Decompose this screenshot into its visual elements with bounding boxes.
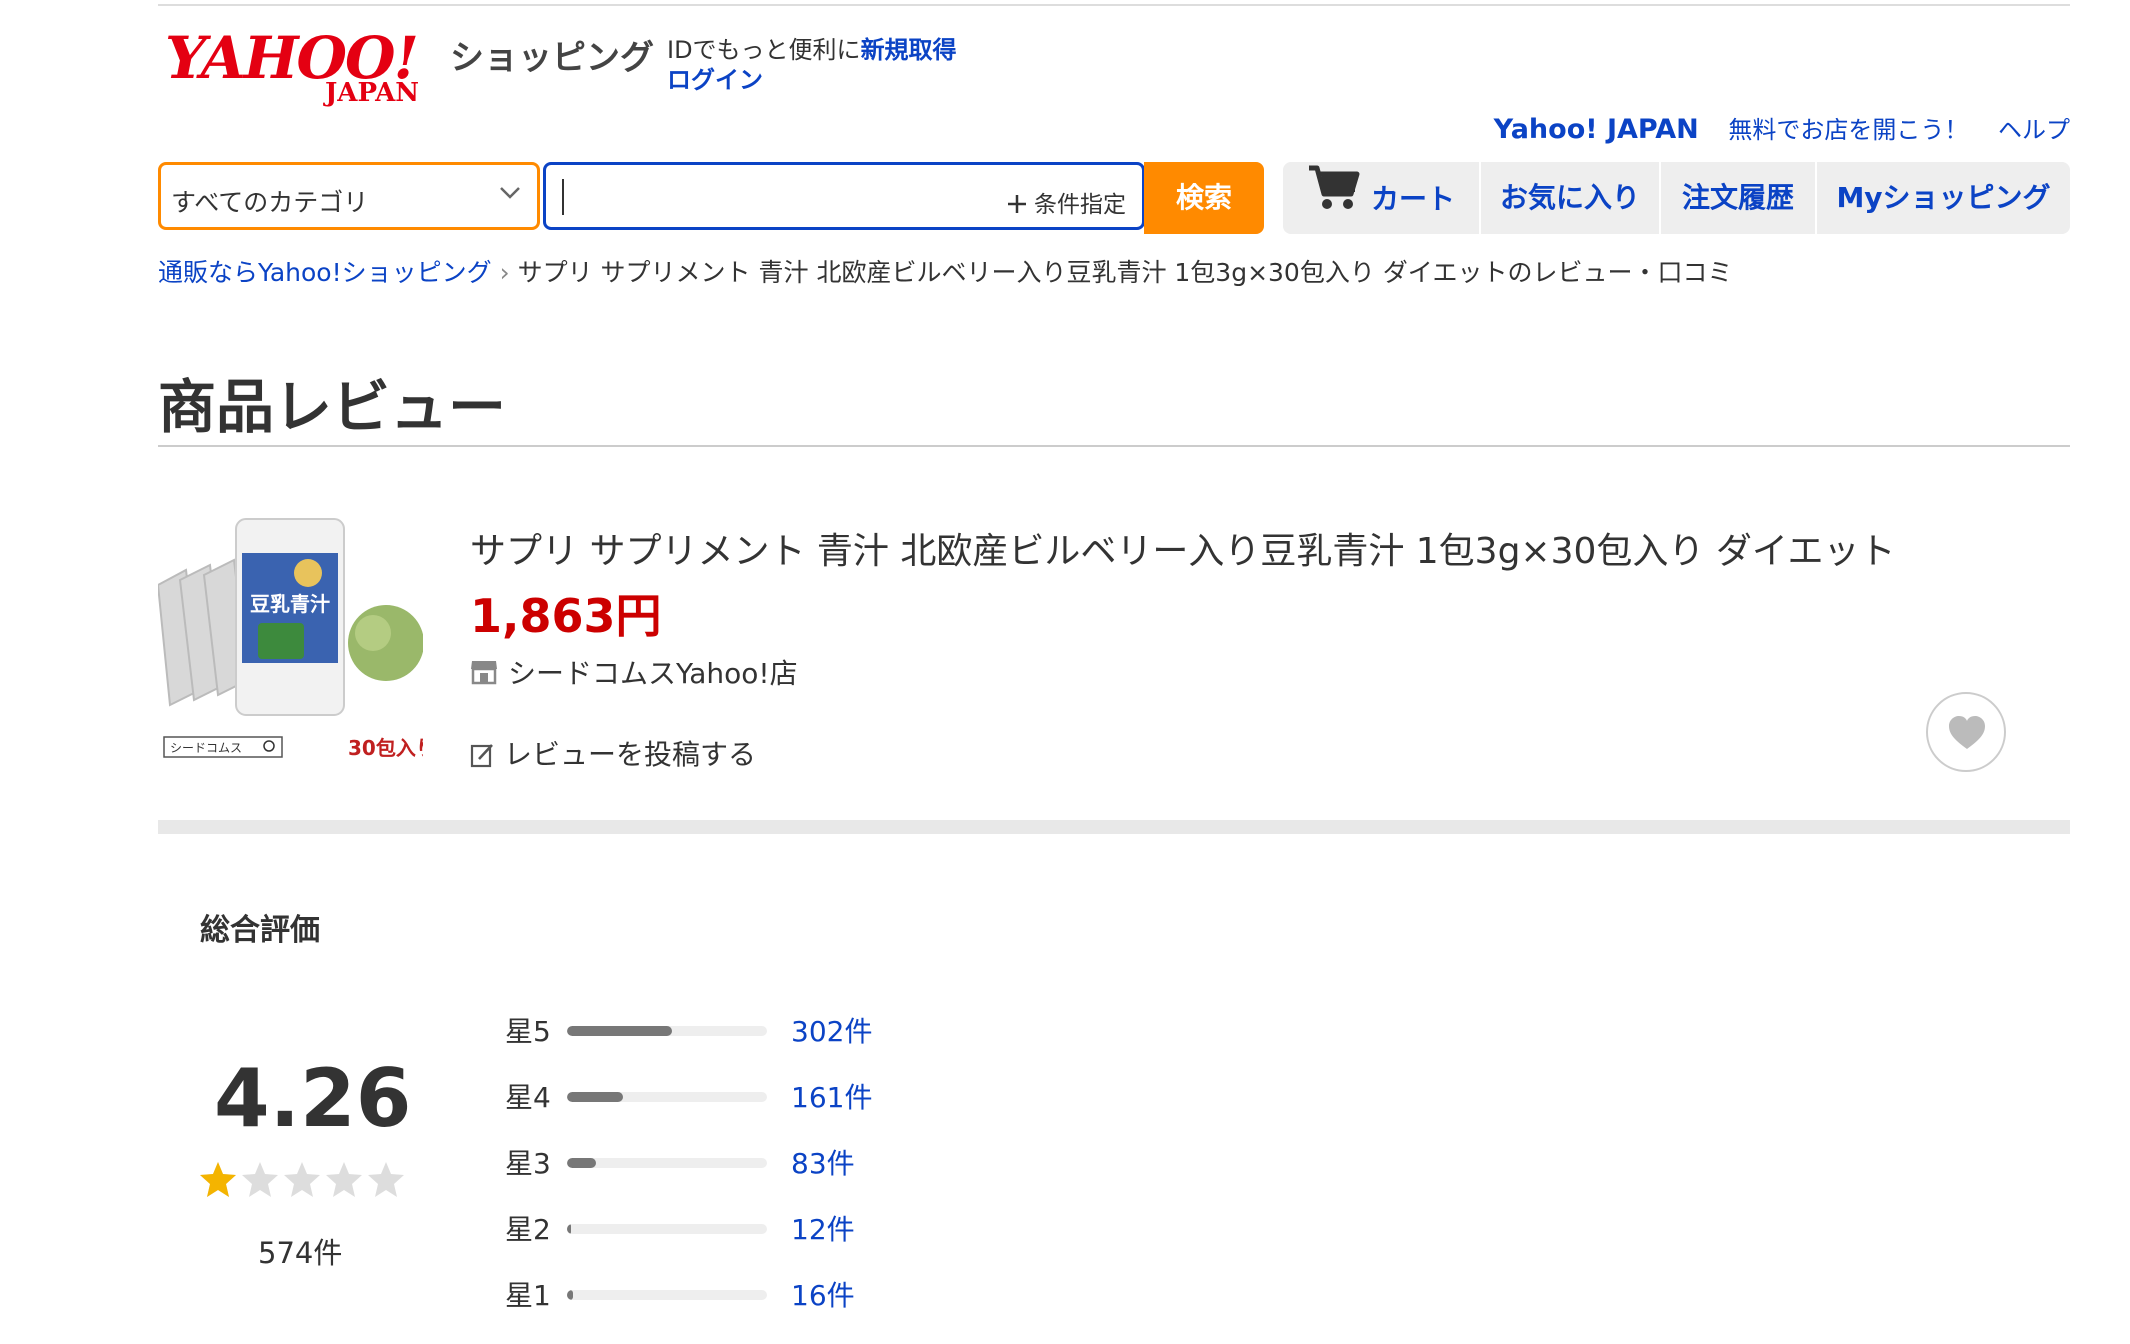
distribution-label: 星1 <box>505 1279 551 1312</box>
nav-strip: カート お気に入り 注文履歴 Myショッピング <box>1283 162 2070 234</box>
cart-label: カート <box>1370 182 1455 216</box>
distribution-row-2[interactable]: 星2 12件 <box>505 1208 1005 1274</box>
search-input[interactable]: 条件指定 <box>543 162 1145 230</box>
distribution-count[interactable]: 83件 <box>791 1142 855 1182</box>
distribution-count[interactable]: 302件 <box>791 1010 872 1050</box>
distribution-row-1[interactable]: 星1 16件 <box>505 1274 1005 1340</box>
order-history-button[interactable]: 注文履歴 <box>1659 162 1815 234</box>
page-title: 商品レビュー <box>158 373 507 441</box>
register-link[interactable]: 新規取得 <box>861 36 957 64</box>
product-price: 1,863円 <box>470 589 662 643</box>
store-name: シードコムスYahoo!店 <box>508 657 798 690</box>
breadcrumb: 通販ならYahoo!ショッピング › サプリ サプリメント 青汁 北欧産ビルベリー入… <box>158 253 1733 289</box>
overall-rating-label: 総合評価 <box>200 913 320 948</box>
condition-button[interactable]: 条件指定 <box>1006 185 1126 219</box>
star-rating <box>198 1160 408 1204</box>
distribution-bar <box>567 1224 767 1234</box>
distribution-bar <box>567 1158 767 1168</box>
distribution-fill <box>567 1290 573 1300</box>
distribution-bar <box>567 1026 767 1036</box>
breadcrumb-current: サプリ サプリメント 青汁 北欧産ビルベリー入り豆乳青汁 1包3g×30包入り … <box>517 258 1733 287</box>
title-divider <box>158 445 2070 447</box>
distribution-row-5[interactable]: 星5 302件 <box>505 1010 1005 1076</box>
package-store-tag: シードコムス <box>170 741 242 755</box>
condition-button-label: 条件指定 <box>1034 192 1126 218</box>
distribution-count[interactable]: 16件 <box>791 1274 855 1314</box>
distribution-bar <box>567 1290 767 1300</box>
help-link[interactable]: ヘルプ <box>1998 116 2070 144</box>
distribution-label: 星5 <box>505 1015 551 1048</box>
chevron-down-icon <box>497 179 523 212</box>
star-empty-icon <box>368 1162 404 1197</box>
top-divider <box>158 4 2070 6</box>
distribution-count[interactable]: 161件 <box>791 1076 872 1116</box>
distribution-fill <box>567 1158 596 1168</box>
distribution-fill <box>567 1224 572 1234</box>
star-empty-icon <box>284 1162 320 1197</box>
brand-text: ショッピング <box>450 38 654 78</box>
yahoo-shopping-logo[interactable]: YAHOO! JAPAN <box>165 18 445 108</box>
logo-sub: JAPAN <box>325 78 420 108</box>
package-count-tag: 30包入り <box>348 736 423 760</box>
category-select-value: すべてのカテゴリ <box>171 188 369 217</box>
edit-icon <box>470 744 493 768</box>
distribution-row-4[interactable]: 星4 161件 <box>505 1076 1005 1142</box>
package-title: 豆乳青汁 <box>250 592 330 616</box>
heart-icon <box>1949 716 1985 749</box>
rating-distribution: 星5 302件 星4 161件 星3 83件 星2 12件 星1 16件 <box>505 1010 1005 1340</box>
text-caret <box>562 179 564 215</box>
breadcrumb-home-link[interactable]: 通販ならYahoo!ショッピング <box>158 258 492 287</box>
cart-button[interactable]: カート <box>1283 162 1479 234</box>
section-divider <box>158 820 2070 834</box>
distribution-row-3[interactable]: 星3 83件 <box>505 1142 1005 1208</box>
my-shopping-button[interactable]: Myショッピング <box>1815 162 2070 234</box>
login-link[interactable]: ログイン <box>667 60 763 95</box>
distribution-label: 星3 <box>505 1147 551 1180</box>
distribution-count[interactable]: 12件 <box>791 1208 855 1248</box>
star-empty-icon <box>242 1162 278 1197</box>
top-links: Yahoo! JAPAN 無料でお店を開こう！ ヘルプ <box>1472 110 2070 145</box>
product-image[interactable]: 豆乳青汁 シードコムス 30包入り <box>156 515 436 765</box>
average-rating: 4.26 <box>214 1052 412 1145</box>
distribution-fill <box>567 1026 673 1036</box>
category-select[interactable]: すべてのカテゴリ <box>158 162 540 230</box>
open-store-link[interactable]: 無料でお店を開こう！ <box>1728 116 1968 144</box>
distribution-fill <box>567 1092 624 1102</box>
plus-icon <box>1008 195 1026 213</box>
product-name[interactable]: サプリ サプリメント 青汁 北欧産ビルベリー入り豆乳青汁 1包3g×30包入り … <box>470 522 1896 574</box>
store-link[interactable]: シードコムスYahoo!店 <box>470 652 798 692</box>
cart-icon <box>1307 162 1361 239</box>
distribution-bar <box>567 1092 767 1102</box>
chevron-right-icon: › <box>499 258 510 287</box>
star-filled-icon <box>200 1162 236 1197</box>
write-review-link[interactable]: レビューを投稿する <box>470 733 756 773</box>
write-review-label: レビューを投稿する <box>504 738 757 771</box>
add-favorite-button[interactable] <box>1926 692 2006 772</box>
favorites-button[interactable]: お気に入り <box>1479 162 1659 234</box>
store-icon <box>470 659 498 692</box>
distribution-label: 星4 <box>505 1081 551 1114</box>
review-count[interactable]: 574件 <box>258 1230 342 1272</box>
distribution-label: 星2 <box>505 1213 551 1246</box>
star-empty-icon <box>326 1162 362 1197</box>
yahoo-japan-link[interactable]: Yahoo! JAPAN <box>1494 114 1699 145</box>
search-button[interactable]: 検索 <box>1144 162 1264 234</box>
